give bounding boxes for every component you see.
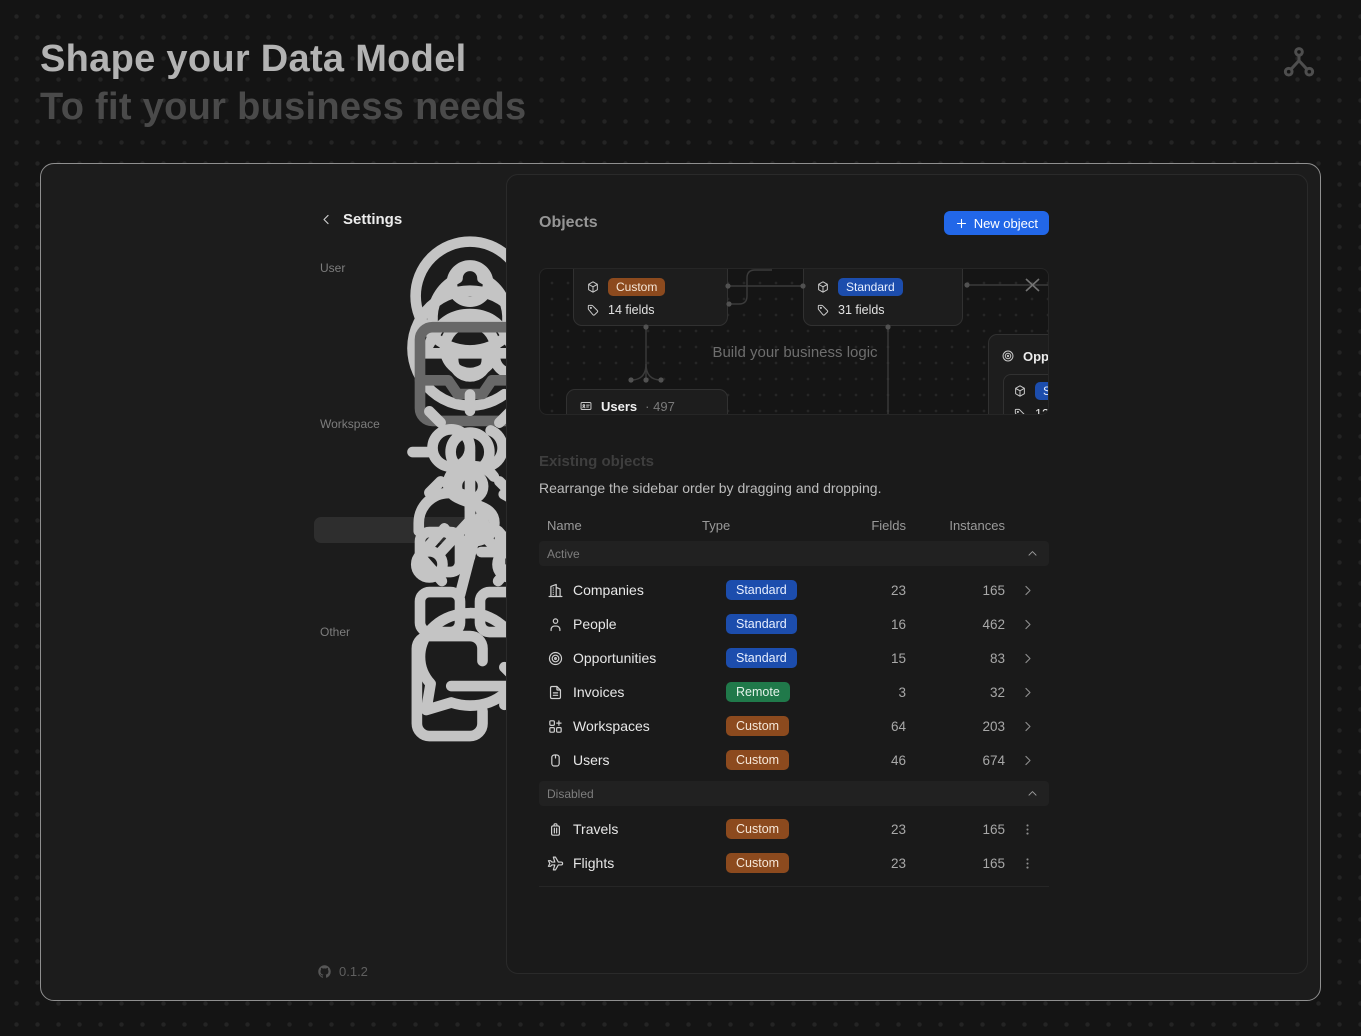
kebab-menu-icon[interactable]: [1005, 856, 1049, 871]
type-badge: Remote: [726, 682, 790, 702]
chevron-right-icon[interactable]: [1005, 719, 1049, 734]
person-icon: [547, 616, 573, 633]
plus-icon: [955, 217, 968, 230]
group-disabled[interactable]: Disabled: [539, 781, 1049, 806]
data-model-icon: [1280, 44, 1318, 82]
type-badge: Custom: [726, 750, 789, 770]
table-row-travels[interactable]: Travels Custom 23 165: [539, 812, 1049, 846]
table-row-flights[interactable]: Flights Custom 23 165: [539, 846, 1049, 880]
target-icon: [1001, 349, 1015, 363]
chevron-up-icon: [1026, 787, 1039, 800]
table-divider: [539, 886, 1049, 887]
column-instances: Instances: [906, 518, 1005, 533]
table-row-opportunities[interactable]: Opportunities Standard 15 83: [539, 641, 1049, 675]
new-object-button[interactable]: New object: [944, 211, 1049, 235]
standard-badge: Standard: [838, 278, 903, 296]
chevron-up-icon: [1026, 547, 1039, 560]
chevron-right-icon[interactable]: [1005, 583, 1049, 598]
table-header: Name Type Fields Instances: [539, 513, 1049, 537]
github-icon: [317, 964, 332, 979]
disabled-rows: Travels Custom 23 165 Flights Custom 23 …: [539, 812, 1049, 880]
id-card-icon: [579, 399, 593, 413]
chevron-right-icon[interactable]: [1005, 753, 1049, 768]
type-badge: Standard: [726, 614, 797, 634]
existing-objects-description: Rearrange the sidebar order by dragging …: [539, 480, 881, 496]
chevron-right-icon[interactable]: [1005, 651, 1049, 666]
objects-heading: Objects: [539, 214, 598, 232]
data-model-diagram: Custom 14 fields Standard: [539, 268, 1049, 415]
type-badge: Custom: [726, 716, 789, 736]
building-icon: [547, 582, 573, 599]
type-badge: Standard: [726, 648, 797, 668]
settings-nav: Settings User Profile Experience Account…: [314, 208, 474, 699]
diagram-caption: Build your business logic: [645, 344, 945, 361]
chevron-right-icon[interactable]: [1005, 685, 1049, 700]
diagram-opportunities-card[interactable]: Opportunities Standard 12 fields: [988, 334, 1049, 415]
tag-icon: [1013, 407, 1027, 415]
type-badge: Custom: [726, 819, 789, 839]
existing-objects-heading: Existing objects: [539, 453, 654, 470]
diagram-custom-object-card[interactable]: Custom 14 fields: [573, 268, 728, 326]
document-icon: [547, 684, 573, 701]
target-icon: [547, 650, 573, 667]
vault-icon: [547, 752, 573, 769]
table-row-workspaces[interactable]: Workspaces Custom 64 203: [539, 709, 1049, 743]
tag-icon: [586, 303, 600, 317]
sidebar-item-log-out[interactable]: Log out: [314, 673, 474, 699]
close-icon: [1026, 279, 1039, 291]
page-title: Shape your Data Model: [40, 38, 467, 81]
group-active[interactable]: Active: [539, 541, 1049, 566]
type-badge: Custom: [726, 853, 789, 873]
table-row-users[interactable]: Users Custom 46 674: [539, 743, 1049, 777]
custom-badge: Custom: [608, 278, 665, 296]
column-name: Name: [547, 518, 702, 533]
column-fields: Fields: [822, 518, 906, 533]
page-subtitle: To fit your business needs: [40, 86, 526, 129]
settings-window: Settings User Profile Experience Account…: [40, 163, 1321, 1001]
column-type: Type: [702, 518, 822, 533]
kebab-menu-icon[interactable]: [1005, 822, 1049, 837]
chevron-right-icon[interactable]: [1005, 617, 1049, 632]
luggage-icon: [547, 821, 573, 838]
table-row-companies[interactable]: Companies Standard 23 165: [539, 573, 1049, 607]
objects-table: Name Type Fields Instances Active Compan…: [539, 513, 1049, 887]
objects-panel: Objects New object Custom: [506, 174, 1308, 974]
cube-icon: [816, 280, 830, 294]
app-version: 0.1.2: [317, 964, 368, 979]
diagram-users-card[interactable]: Users · 497: [566, 389, 728, 415]
table-row-invoices[interactable]: Invoices Remote 3 32: [539, 675, 1049, 709]
type-badge: Standard: [726, 580, 797, 600]
tag-icon: [816, 303, 830, 317]
grid-plus-icon: [547, 718, 573, 735]
cube-icon: [1013, 384, 1027, 398]
active-rows: Companies Standard 23 165 People Standar…: [539, 573, 1049, 777]
standard-badge: Standard: [1035, 382, 1049, 400]
plane-icon: [547, 855, 573, 872]
table-row-people[interactable]: People Standard 16 462: [539, 607, 1049, 641]
cube-icon: [586, 280, 600, 294]
diagram-standard-object-card[interactable]: Standard 31 fields: [803, 268, 963, 326]
